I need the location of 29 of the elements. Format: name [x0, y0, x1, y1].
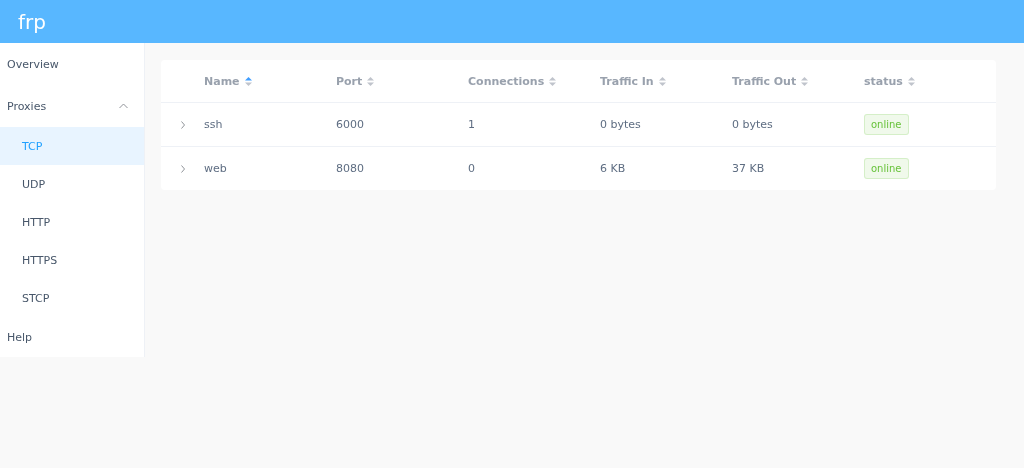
- sort-icon: [244, 76, 252, 86]
- app-title: frp: [18, 9, 46, 34]
- status-tag: online: [864, 158, 909, 179]
- sort-icon: [907, 76, 915, 86]
- sort-icon: [801, 76, 809, 86]
- menu-item[interactable]: Help: [0, 317, 144, 357]
- table-cell: 1: [468, 118, 475, 131]
- table-cell: web: [204, 162, 227, 175]
- submenu-item[interactable]: UDP: [0, 165, 144, 203]
- table-cell: 37 KB: [732, 162, 765, 175]
- menu-item[interactable]: Overview: [0, 43, 144, 85]
- table-cell: 8080: [336, 162, 364, 175]
- table-cell: 0 bytes: [600, 118, 641, 131]
- expand-chevron-icon[interactable]: [179, 164, 186, 173]
- table-cell: 0: [468, 162, 475, 175]
- status-tag: online: [864, 114, 909, 135]
- submenu-item[interactable]: HTTPS: [0, 241, 144, 279]
- sort-icon: [367, 76, 375, 86]
- table-cell: 6 KB: [600, 162, 626, 175]
- menu-item[interactable]: Proxies: [0, 85, 144, 127]
- submenu-item[interactable]: HTTP: [0, 203, 144, 241]
- sort-icon: [549, 76, 557, 86]
- table-cell: 0 bytes: [732, 118, 773, 131]
- sort-icon: [658, 76, 666, 86]
- table-cell: 6000: [336, 118, 364, 131]
- submenu-item[interactable]: STCP: [0, 279, 144, 317]
- expand-chevron-icon[interactable]: [179, 120, 186, 129]
- table-cell: ssh: [204, 118, 223, 131]
- caret-icon: [119, 103, 128, 109]
